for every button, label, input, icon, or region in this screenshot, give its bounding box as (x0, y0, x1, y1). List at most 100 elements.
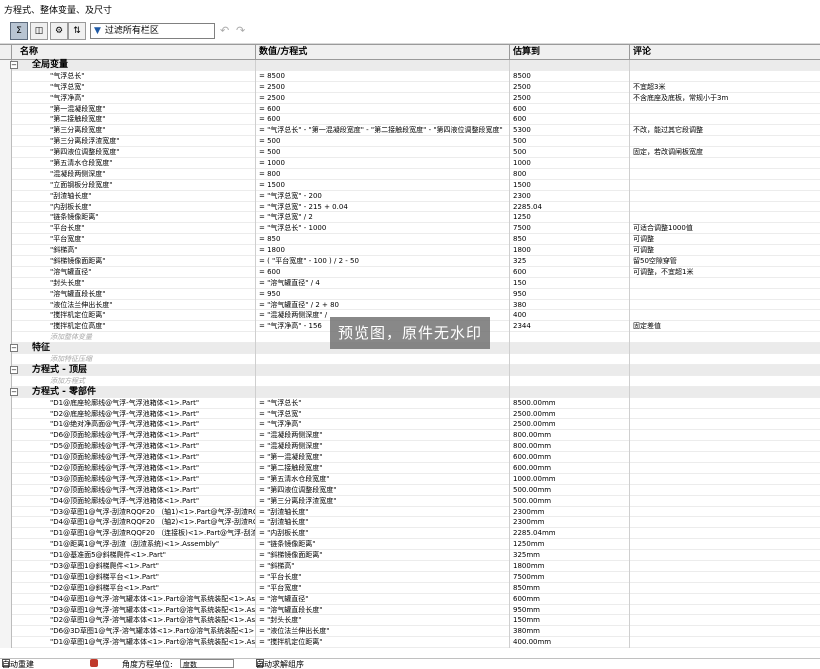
name-cell[interactable]: "D1@草图1@气浮-溶气罐本体<1>.Part@溶气系统装配<1>.Asse (12, 637, 256, 649)
value-cell[interactable]: = "气浮总长" - "第一混凝段宽度" - "第二接触段宽度" - "第四液位… (256, 125, 510, 137)
comment-cell[interactable] (630, 409, 820, 420)
comment-cell[interactable] (630, 310, 820, 321)
row-gutter[interactable] (0, 81, 12, 93)
comment-cell[interactable] (630, 180, 820, 191)
row-gutter[interactable] (0, 517, 12, 529)
name-cell[interactable]: "平台宽度" (12, 234, 256, 246)
table-row[interactable]: "第三分离段宽度" = "气浮总长" - "第一混凝段宽度" - "第二接触段宽度… (0, 125, 820, 137)
value-cell[interactable]: = "斜梯高" (256, 560, 510, 572)
table-row[interactable]: "D1@草图1@斜梯平台<1>.Part" = "平台长度" 7500mm (0, 571, 820, 583)
name-cell[interactable]: 添加整体变量 (12, 332, 256, 344)
row-gutter[interactable] (0, 593, 12, 605)
comment-cell[interactable] (630, 561, 820, 572)
table-row[interactable]: "刮渣轴长度" = "气浮总宽" - 200 2300 (0, 190, 820, 202)
redo-icon[interactable]: ↷ (236, 24, 245, 37)
name-cell[interactable]: "第一混凝段宽度" (12, 103, 256, 115)
value-cell[interactable]: = 600 (256, 103, 510, 115)
comment-cell[interactable] (630, 507, 820, 518)
comment-cell[interactable] (630, 430, 820, 441)
value-cell[interactable]: = 800 (256, 168, 510, 180)
row-gutter[interactable] (0, 604, 12, 616)
comment-cell[interactable] (630, 104, 820, 115)
dimension-view-button[interactable]: ⚙ (50, 22, 68, 40)
value-cell[interactable] (256, 364, 510, 376)
row-gutter[interactable] (0, 495, 12, 507)
comment-cell[interactable] (630, 376, 820, 387)
comment-cell[interactable] (630, 114, 820, 125)
row-gutter[interactable] (0, 615, 12, 627)
row-gutter[interactable] (0, 310, 12, 322)
value-cell[interactable]: = "平台宽度" (256, 582, 510, 594)
name-cell[interactable]: "D1@顶面轮廓线@气浮-气浮池箱体<1>.Part" (12, 452, 256, 463)
table-row[interactable]: "斜梯镜像面距离" = ( "平台宽度" - 100 ) / 2 - 50 325 留… (0, 256, 820, 267)
value-cell[interactable] (256, 60, 510, 71)
table-row[interactable]: "气浮总长" = 8500 8500 (0, 70, 820, 82)
comment-cell[interactable] (630, 539, 820, 550)
comment-cell[interactable] (630, 278, 820, 289)
group-title[interactable]: 特征 (12, 343, 256, 355)
comment-cell[interactable]: 可调整，不宜超1米 (630, 267, 820, 278)
table-row[interactable]: "第二接触段宽度" = 600 600 (0, 114, 820, 126)
table-row[interactable]: "D4@草图1@气浮-溶气罐本体<1>.Part@溶气系统装配<1>.Asse =… (0, 593, 820, 605)
value-cell[interactable]: = "气浮总宽" (256, 408, 510, 420)
row-gutter[interactable] (0, 408, 12, 420)
table-row[interactable]: "溶气罐直段长度" = 950 950 (0, 288, 820, 300)
comment-cell[interactable] (630, 169, 820, 180)
table-row[interactable]: "D1@基准面5@斜梯爬件<1>.Part" = "斜梯镜像面距离" 325mm (0, 550, 820, 561)
name-cell[interactable]: "D6@顶面轮廓线@气浮-气浮池箱体<1>.Part" (12, 430, 256, 442)
name-cell[interactable]: "斜梯高" (12, 245, 256, 257)
comment-cell[interactable]: 留50空隙穿管 (630, 256, 820, 267)
comment-cell[interactable] (630, 517, 820, 528)
name-cell[interactable]: "第五清水仓段宽度" (12, 158, 256, 169)
name-cell[interactable]: "斜梯镜像面距离" (12, 256, 256, 267)
comment-cell[interactable] (630, 594, 820, 605)
comment-cell[interactable] (630, 136, 820, 147)
name-cell[interactable]: "D4@顶面轮廓线@气浮-气浮池箱体<1>.Part" (12, 495, 256, 507)
table-row[interactable]: "D4@草图1@气浮-刮渣RQQF20 （轴2)<1>.Part@气浮-刮渣RQ… (0, 517, 820, 529)
value-cell[interactable]: = "第二接触段宽度" (256, 462, 510, 474)
name-cell[interactable]: "第四液位调整段宽度" (12, 147, 256, 159)
table-row[interactable]: "平台宽度" = 850 850 可调整 (0, 234, 820, 246)
comment-cell[interactable]: 不改，能过其它段调整 (630, 125, 820, 136)
comment-cell[interactable] (630, 496, 820, 507)
value-cell[interactable]: = "内刮板长度" (256, 528, 510, 540)
comment-cell[interactable] (630, 332, 820, 343)
name-cell[interactable]: "D1@绝对净高面@气浮-气浮池箱体<1>.Part" (12, 419, 256, 431)
name-cell[interactable]: "搅拌机定位高度" (12, 321, 256, 333)
comment-cell[interactable] (630, 202, 820, 213)
comment-cell[interactable] (630, 550, 820, 561)
row-gutter[interactable] (0, 234, 12, 246)
comment-cell[interactable] (630, 387, 820, 398)
row-gutter[interactable] (0, 212, 12, 224)
row-gutter[interactable] (0, 277, 12, 289)
row-gutter[interactable] (0, 114, 12, 126)
name-cell[interactable]: "D3@顶面轮廓线@气浮-气浮池箱体<1>.Part" (12, 473, 256, 485)
comment-cell[interactable]: 不宜超3米 (630, 82, 820, 93)
value-cell[interactable]: = 500 (256, 136, 510, 148)
name-cell[interactable]: "第二接触段宽度" (12, 114, 256, 126)
table-row[interactable]: "D1@绝对净高面@气浮-气浮池箱体<1>.Part" = "气浮净高" 2500.… (0, 419, 820, 431)
value-cell[interactable] (256, 375, 510, 387)
table-row[interactable]: "D4@顶面轮廓线@气浮-气浮池箱体<1>.Part" = "第三分离段浮渣宽度"… (0, 495, 820, 507)
header-comment[interactable]: 评论 (630, 45, 820, 60)
row-gutter[interactable] (0, 103, 12, 115)
table-row[interactable]: "D2@草图1@气浮-溶气罐本体<1>.Part@溶气系统装配<1>.Asse =… (0, 615, 820, 627)
table-row[interactable]: "D2@草图1@斜梯平台<1>.Part" = "平台宽度" 850mm (0, 582, 820, 594)
comment-cell[interactable] (630, 572, 820, 583)
group-row[interactable]: − 方程式 - 零部件 (0, 386, 820, 398)
value-cell[interactable]: = 2500 (256, 92, 510, 104)
name-cell[interactable]: "D4@草图1@气浮-刮渣RQQF20 （轴2)<1>.Part@气浮-刮渣RQ… (12, 517, 256, 529)
value-cell[interactable]: = "气浮总长" - 1000 (256, 223, 510, 235)
row-gutter[interactable] (0, 375, 12, 387)
name-cell[interactable]: "内刮板长度" (12, 201, 256, 213)
group-row[interactable]: − 全局变量 (0, 60, 820, 71)
value-cell[interactable]: = "刮渣轴长度" (256, 517, 510, 529)
comment-cell[interactable] (630, 615, 820, 626)
row-gutter[interactable] (0, 158, 12, 169)
sketch-equations-view-button[interactable]: ◫ (30, 22, 48, 40)
value-cell[interactable]: = "链条镜像距离" (256, 539, 510, 551)
name-cell[interactable]: "D3@草图1@气浮-刮渣RQQF20 （轴1)<1>.Part@气浮-刮渣RQ… (12, 506, 256, 518)
row-gutter[interactable] (0, 441, 12, 453)
name-cell[interactable]: "D7@顶面轮廓线@气浮-气浮池箱体<1>.Part" (12, 484, 256, 496)
name-cell[interactable]: "立面钢板分段宽度" (12, 179, 256, 191)
